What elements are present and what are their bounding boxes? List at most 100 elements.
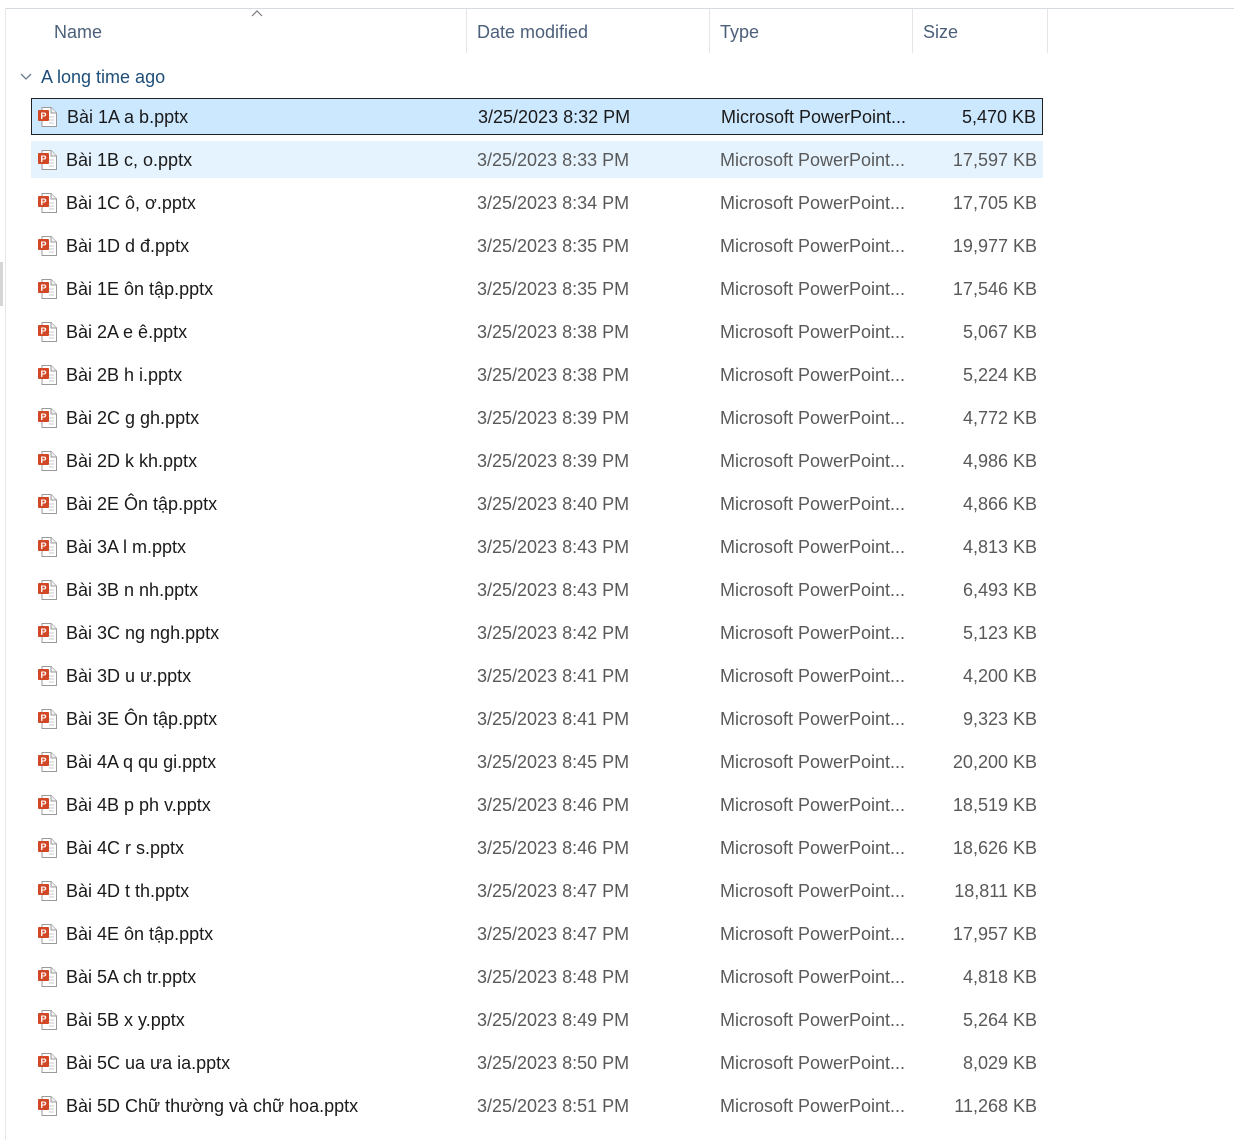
file-row[interactable]: P Bài 3B n nh.pptx 3/25/2023 8:43 PM Micros… [31, 571, 1043, 608]
file-row[interactable]: P Bài 1C ô, ơ.pptx 3/25/2023 8:34 PM Micros… [31, 184, 1043, 221]
file-type: Microsoft PowerPoint... [720, 322, 906, 342]
file-row[interactable]: P Bài 4E ôn tập.pptx 3/25/2023 8:47 PM Micr… [31, 915, 1043, 952]
powerpoint-file-icon: P [37, 450, 59, 472]
file-row[interactable]: P Bài 1A a b.pptx 3/25/2023 8:32 PM Microso… [31, 98, 1043, 135]
column-header-date[interactable]: Date modified [477, 9, 709, 53]
column-header-name[interactable]: Name [54, 9, 466, 53]
file-date-modified: 3/25/2023 8:35 PM [477, 236, 630, 256]
file-size: 17,957 KB [952, 924, 1037, 944]
file-type: Microsoft PowerPoint... [720, 709, 906, 729]
file-name: Bài 5C ua ưa ia.pptx [66, 1053, 231, 1073]
svg-text:P: P [40, 283, 46, 293]
powerpoint-file-icon: P [37, 106, 59, 128]
svg-text:P: P [40, 842, 46, 852]
file-type: Microsoft PowerPoint... [720, 1096, 906, 1116]
file-row[interactable]: P Bài 2D k kh.pptx 3/25/2023 8:39 PM Micros… [31, 442, 1043, 479]
chevron-down-icon[interactable] [18, 69, 34, 85]
column-divider[interactable] [1047, 9, 1048, 53]
file-row[interactable]: P Bài 4A q qu gi.pptx 3/25/2023 8:45 PM Mic… [31, 743, 1043, 780]
file-type: Microsoft PowerPoint... [720, 537, 906, 557]
column-header-type[interactable]: Type [720, 9, 912, 53]
file-row[interactable]: P Bài 3A l m.pptx 3/25/2023 8:43 PM Microso… [31, 528, 1043, 565]
file-row[interactable]: P Bài 2B h i.pptx 3/25/2023 8:38 PM Microso… [31, 356, 1043, 393]
file-type: Microsoft PowerPoint... [720, 795, 906, 815]
file-row[interactable]: P Bài 5B x y.pptx 3/25/2023 8:49 PM Microso… [31, 1001, 1043, 1038]
file-date-modified: 3/25/2023 8:51 PM [477, 1096, 630, 1116]
file-row[interactable]: P Bài 1E ôn tập.pptx 3/25/2023 8:35 PM Micr… [31, 270, 1043, 307]
file-row[interactable]: P Bài 3D u ư.pptx 3/25/2023 8:41 PM Microso… [31, 657, 1043, 694]
file-row[interactable]: P Bài 1B c, o.pptx 3/25/2023 8:33 PM Micros… [31, 141, 1043, 178]
file-type: Microsoft PowerPoint... [720, 881, 906, 901]
file-name: Bài 1A a b.pptx [67, 107, 189, 127]
powerpoint-file-icon: P [37, 278, 59, 300]
file-type: Microsoft PowerPoint... [720, 279, 906, 299]
file-name: Bài 4E ôn tập.pptx [66, 924, 214, 944]
svg-text:P: P [40, 756, 46, 766]
file-size: 4,200 KB [962, 666, 1037, 686]
file-date-modified: 3/25/2023 8:38 PM [477, 322, 630, 342]
file-name: Bài 4B p ph v.pptx [66, 795, 211, 815]
file-name: Bài 2D k kh.pptx [66, 451, 198, 471]
svg-text:P: P [40, 971, 46, 981]
file-type: Microsoft PowerPoint... [721, 107, 907, 127]
svg-text:P: P [40, 541, 46, 551]
svg-text:P: P [40, 928, 46, 938]
file-row[interactable]: P Bài 5A ch tr.pptx 3/25/2023 8:48 PM Micro… [31, 958, 1043, 995]
powerpoint-file-icon: P [37, 407, 59, 429]
svg-text:P: P [40, 627, 46, 637]
file-size: 5,470 KB [961, 107, 1036, 127]
file-name: Bài 1E ôn tập.pptx [66, 279, 214, 299]
file-row[interactable]: P Bài 5C ua ưa ia.pptx 3/25/2023 8:50 PM Mi… [31, 1044, 1043, 1081]
column-header-row: Name Date modified Type Size [6, 9, 1234, 53]
column-divider[interactable] [709, 9, 710, 53]
file-date-modified: 3/25/2023 8:38 PM [477, 365, 630, 385]
file-size: 8,029 KB [962, 1053, 1037, 1073]
group-header[interactable]: A long time ago [18, 62, 165, 92]
file-size: 18,811 KB [954, 881, 1037, 901]
file-type: Microsoft PowerPoint... [720, 193, 906, 213]
file-date-modified: 3/25/2023 8:47 PM [477, 881, 630, 901]
file-type: Microsoft PowerPoint... [720, 494, 906, 514]
file-row[interactable]: P Bài 4D t th.pptx 3/25/2023 8:47 PM Micros… [31, 872, 1043, 909]
file-size: 17,705 KB [952, 193, 1037, 213]
svg-text:P: P [40, 154, 46, 164]
file-size: 4,866 KB [962, 494, 1037, 514]
file-type: Microsoft PowerPoint... [720, 924, 906, 944]
svg-text:P: P [40, 670, 46, 680]
file-size: 11,268 KB [954, 1096, 1037, 1116]
file-date-modified: 3/25/2023 8:45 PM [477, 752, 630, 772]
svg-text:P: P [40, 584, 46, 594]
file-row[interactable]: P Bài 3E Ôn tập.pptx 3/25/2023 8:41 PM Micr… [31, 700, 1043, 737]
file-row[interactable]: P Bài 4B p ph v.pptx 3/25/2023 8:46 PM Micr… [31, 786, 1043, 823]
file-size: 4,772 KB [962, 408, 1037, 428]
file-date-modified: 3/25/2023 8:43 PM [477, 537, 630, 557]
column-header-size[interactable]: Size [923, 9, 1047, 53]
file-date-modified: 3/25/2023 8:43 PM [477, 580, 630, 600]
file-size: 6,493 KB [962, 580, 1037, 600]
column-header-size-label: Size [923, 22, 959, 42]
svg-text:P: P [40, 885, 46, 895]
file-size: 18,519 KB [952, 795, 1037, 815]
file-date-modified: 3/25/2023 8:49 PM [477, 1010, 630, 1030]
file-date-modified: 3/25/2023 8:35 PM [477, 279, 630, 299]
file-row[interactable]: P Bài 3C ng ngh.pptx 3/25/2023 8:42 PM Micr… [31, 614, 1043, 651]
file-row[interactable]: P Bài 4C r s.pptx 3/25/2023 8:46 PM Microso… [31, 829, 1043, 866]
file-row[interactable]: P Bài 5D Chữ thường và chữ hoa.pptx 3/25/2… [31, 1087, 1043, 1124]
column-divider[interactable] [912, 9, 913, 53]
pane-resize-handle[interactable] [0, 262, 3, 306]
file-row[interactable]: P Bài 2E Ôn tập.pptx 3/25/2023 8:40 PM Micr… [31, 485, 1043, 522]
file-name: Bài 5B x y.pptx [66, 1010, 185, 1030]
file-type: Microsoft PowerPoint... [720, 1010, 906, 1030]
file-row[interactable]: P Bài 2A e ê.pptx 3/25/2023 8:38 PM Microso… [31, 313, 1043, 350]
file-row[interactable]: P Bài 1D d đ.pptx 3/25/2023 8:35 PM Microso… [31, 227, 1043, 264]
file-name: Bài 2B h i.pptx [66, 365, 183, 385]
powerpoint-file-icon: P [37, 665, 59, 687]
file-date-modified: 3/25/2023 8:34 PM [477, 193, 630, 213]
file-row[interactable]: P Bài 2C g gh.pptx 3/25/2023 8:39 PM Micros… [31, 399, 1043, 436]
column-divider[interactable] [466, 9, 467, 53]
file-date-modified: 3/25/2023 8:42 PM [477, 623, 630, 643]
file-size: 4,986 KB [962, 451, 1037, 471]
file-size: 17,597 KB [952, 150, 1037, 170]
file-date-modified: 3/25/2023 8:41 PM [477, 666, 630, 686]
svg-text:P: P [40, 1057, 46, 1067]
